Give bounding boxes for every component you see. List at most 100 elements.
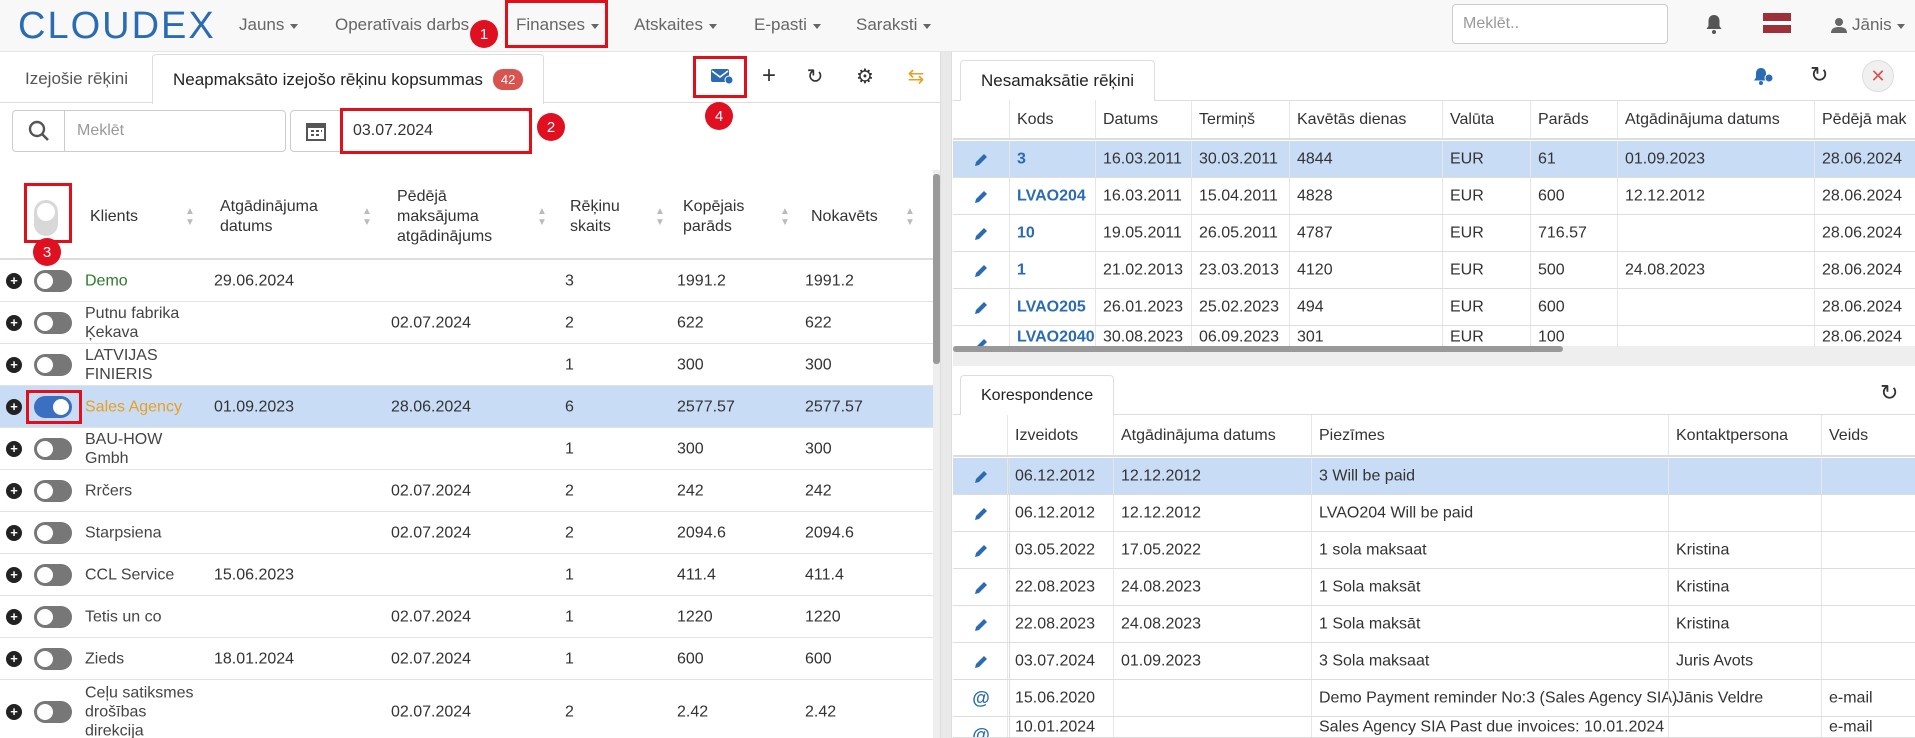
client-name[interactable]: Putnu fabrika Ķekava: [85, 304, 205, 342]
expand-icon[interactable]: +: [6, 608, 22, 625]
invoice-row[interactable]: 1 21.02.2013 23.03.2013 4120 EUR 500 24.08.202…: [953, 252, 1915, 289]
column-header-7[interactable]: Pēdējā mak: [1822, 111, 1907, 129]
correspondence-row[interactable]: @15.06.2020 Demo Payment reminder No:3 (S…: [953, 680, 1915, 717]
expand-icon[interactable]: +: [6, 398, 22, 415]
column-header-atgadinajuma-datums[interactable]: Atgādinājuma datums: [220, 197, 340, 237]
client-name[interactable]: Rrčers: [85, 481, 205, 500]
sort-icon[interactable]: ▲ ▼: [780, 206, 790, 228]
table-row[interactable]: + BAU-HOW Gmbh 1 300 300: [0, 428, 937, 470]
tab-korespondence[interactable]: Korespondence: [960, 375, 1115, 415]
client-name[interactable]: Demo: [85, 271, 205, 290]
sort-icon[interactable]: ▲ ▼: [655, 206, 665, 228]
invoice-cell[interactable]: LVAO204: [1017, 187, 1086, 206]
column-header-3[interactable]: Kontaktpersona: [1676, 427, 1788, 445]
column-header-4[interactable]: Veids: [1829, 427, 1868, 445]
column-header-klients[interactable]: Klients: [90, 207, 138, 227]
row-toggle[interactable]: [34, 700, 72, 723]
column-header-3[interactable]: Kavētās dienas: [1297, 111, 1406, 129]
row-toggle[interactable]: [34, 353, 72, 376]
refresh-button[interactable]: ↻: [1880, 380, 1898, 406]
expand-icon[interactable]: +: [6, 272, 22, 289]
column-header-5[interactable]: Parāds: [1538, 111, 1589, 129]
panel-splitter-horizontal[interactable]: [953, 352, 1915, 366]
client-name[interactable]: Starpsiena: [85, 523, 205, 542]
edit-pencil-icon[interactable]: [953, 215, 1010, 252]
table-row[interactable]: + Tetis un co 02.07.2024 1 1220 1220: [0, 596, 937, 638]
table-row[interactable]: + Sales Agency 01.09.2023 28.06.2024 6 2577.5…: [0, 386, 937, 428]
invoice-cell[interactable]: LVAO205: [1017, 298, 1086, 317]
expand-icon[interactable]: +: [6, 482, 22, 499]
invoice-row[interactable]: LVAO204 16.03.2011 15.04.2011 4828 EUR 600 12.…: [953, 178, 1915, 215]
edit-pencil-icon[interactable]: [953, 289, 1010, 326]
edit-pencil-icon[interactable]: [953, 643, 1010, 680]
user-menu[interactable]: Jānis: [1831, 15, 1905, 35]
panel-splitter[interactable]: [940, 52, 952, 738]
add-button[interactable]: +: [746, 58, 792, 94]
swap-button[interactable]: ⇆: [893, 58, 939, 94]
column-header-rekinu-skaits[interactable]: Rēķinu skaits: [570, 197, 630, 237]
global-search-input[interactable]: Meklēt..: [1452, 4, 1668, 44]
row-toggle[interactable]: [34, 437, 72, 460]
column-header-2[interactable]: Piezīmes: [1319, 427, 1385, 445]
column-header-1[interactable]: Datums: [1103, 111, 1158, 129]
scrollbar-thumb[interactable]: [933, 174, 940, 364]
sort-icon[interactable]: ▲ ▼: [905, 206, 915, 228]
nav-operativais-darbs[interactable]: Operatīvais darbs: [335, 15, 484, 35]
invoice-cell[interactable]: 10: [1017, 224, 1035, 243]
client-name[interactable]: LATVIJAS FINIERIS: [85, 346, 205, 384]
expand-icon[interactable]: +: [6, 314, 22, 331]
table-row[interactable]: + Putnu fabrika Ķekava 02.07.2024 2 622 622: [0, 302, 937, 344]
correspondence-row[interactable]: @10.01.2024 Sales Agency SIA Past due inv…: [953, 717, 1915, 738]
edit-pencil-icon[interactable]: [953, 606, 1010, 643]
expand-icon[interactable]: +: [6, 524, 22, 541]
client-name[interactable]: Ceļu satiksmes drošības direkcija: [85, 683, 205, 738]
row-toggle[interactable]: [34, 521, 72, 544]
expand-icon[interactable]: +: [6, 440, 22, 457]
edit-pencil-icon[interactable]: [953, 495, 1010, 532]
column-header-0[interactable]: Izveidots: [1015, 427, 1078, 445]
client-name[interactable]: Zieds: [85, 649, 205, 668]
scrollbar-track[interactable]: [933, 170, 940, 738]
add-notification-button[interactable]: [1752, 66, 1774, 91]
edit-pencil-icon[interactable]: [953, 569, 1010, 606]
tab-nesamaksatie-rekini[interactable]: Nesamaksātie rēķini: [960, 60, 1156, 101]
table-row[interactable]: + Starpsiena 02.07.2024 2 2094.6 2094.6: [0, 512, 937, 554]
at-email-icon[interactable]: @: [953, 680, 1010, 717]
correspondence-row[interactable]: 22.08.2023 24.08.2023 1 Sola maksāt Kristin…: [953, 569, 1915, 606]
correspondence-row[interactable]: 03.07.2024 01.09.2023 3 Sola maksaat Juris …: [953, 643, 1915, 680]
nav-jauns[interactable]: Jauns: [239, 15, 299, 35]
logo[interactable]: CLOUDEX: [18, 5, 216, 48]
sort-icon[interactable]: ▲ ▼: [362, 206, 372, 228]
column-header-6[interactable]: Atgādinājuma datums: [1625, 111, 1780, 129]
table-row[interactable]: + LATVIJAS FINIERIS 1 300 300: [0, 344, 937, 386]
refresh-button[interactable]: ↻: [1810, 62, 1828, 88]
edit-pencil-icon[interactable]: [953, 141, 1010, 178]
table-row[interactable]: + CCL Service 15.06.2023 1 411.4 411.4: [0, 554, 937, 596]
column-header-2[interactable]: Termiņš: [1199, 111, 1255, 129]
invoice-row[interactable]: LVAO205 26.01.2023 25.02.2023 494 EUR 600 28.0…: [953, 289, 1915, 326]
table-row[interactable]: + Zieds 18.01.2024 02.07.2024 1 600 600: [0, 638, 937, 680]
client-name[interactable]: Sales Agency: [85, 397, 205, 416]
sort-icon[interactable]: ▲ ▼: [185, 206, 195, 228]
refresh-button[interactable]: ↻: [792, 58, 838, 94]
column-header-1[interactable]: Atgādinājuma datums: [1121, 427, 1276, 445]
bell-icon[interactable]: [1704, 13, 1726, 37]
correspondence-row[interactable]: 03.05.2022 17.05.2022 1 sola maksaat Kristi…: [953, 532, 1915, 569]
column-header-kopejais-parads[interactable]: Kopējais parāds: [683, 197, 763, 237]
client-name[interactable]: Tetis un co: [85, 607, 205, 626]
correspondence-row[interactable]: 06.12.2012 12.12.2012 LVAO204 Will be paid: [953, 495, 1915, 532]
tab-izejosie-rekini[interactable]: Izejošie rēķini: [5, 54, 148, 103]
row-toggle[interactable]: [34, 269, 72, 292]
column-header-0[interactable]: Kods: [1017, 111, 1053, 129]
invoice-cell[interactable]: 1: [1017, 261, 1026, 280]
expand-icon[interactable]: +: [6, 703, 22, 720]
table-row[interactable]: + Rrčers 02.07.2024 2 242 242: [0, 470, 937, 512]
expand-icon[interactable]: +: [6, 650, 22, 667]
row-toggle[interactable]: [34, 311, 72, 334]
settings-button[interactable]: ⚙: [842, 58, 888, 94]
nav-saraksti[interactable]: Saraksti: [856, 15, 932, 35]
row-toggle[interactable]: [34, 647, 72, 670]
column-header-pedeja-maksajuma[interactable]: Pēdējā maksājuma atgādinājums: [397, 187, 517, 247]
at-email-icon[interactable]: @: [953, 717, 1010, 737]
tab-neapmaksato-kopsummas[interactable]: Neapmaksāto izejošo rēķinu kopsummas 42: [152, 54, 545, 104]
